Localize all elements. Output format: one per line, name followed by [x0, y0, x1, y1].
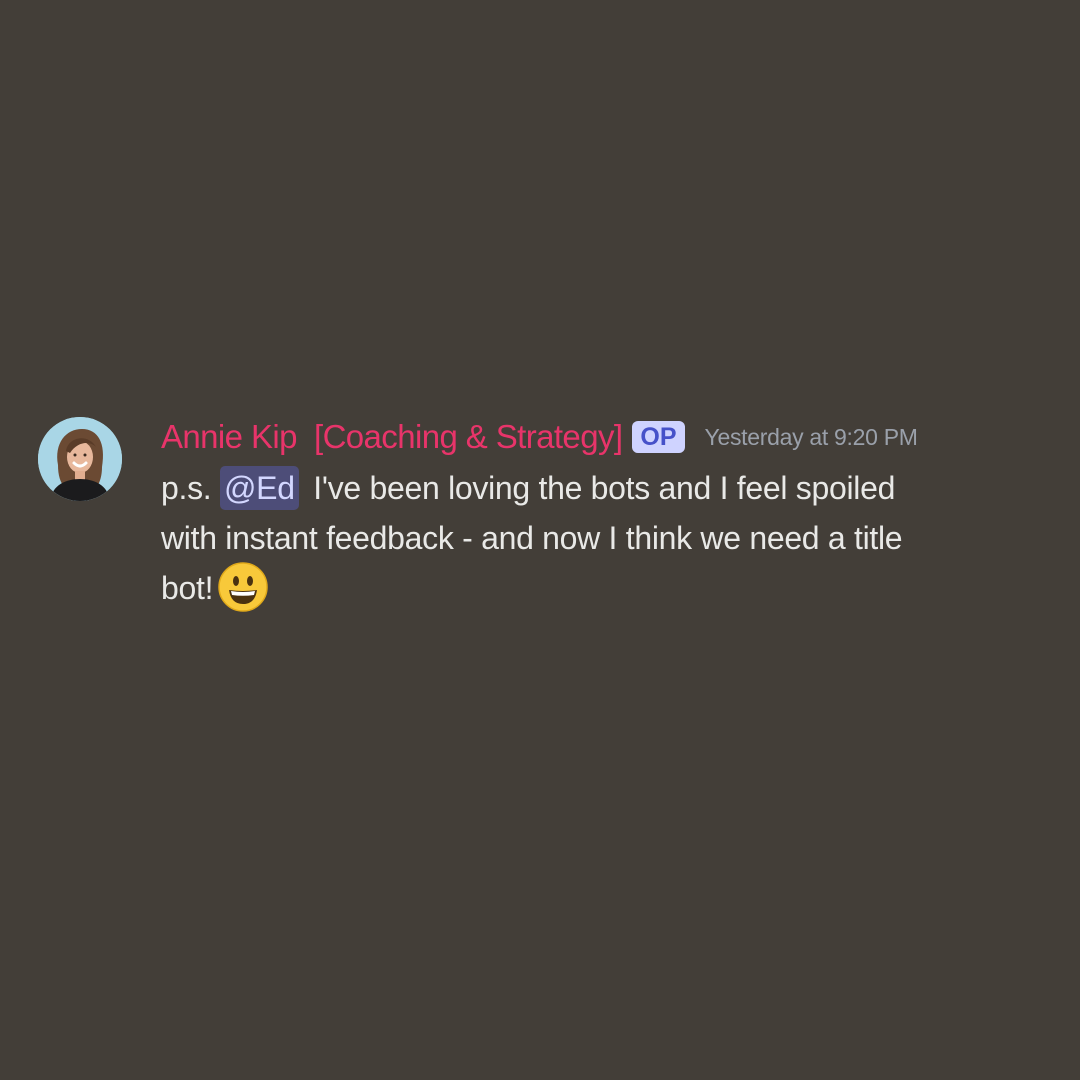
grinning-face-emoji-icon[interactable] [217, 561, 269, 613]
message-text-line3: bot! [161, 570, 214, 606]
message-content: Annie Kip [Coaching & Strategy] OP Yeste… [161, 417, 1021, 613]
avatar[interactable] [38, 417, 122, 501]
op-badge: OP [632, 421, 685, 453]
message-text-line1: I've been loving the bots and I feel spo… [304, 470, 896, 506]
avatar-photo-icon [38, 417, 122, 501]
message-line-3: bot! [161, 561, 1021, 613]
author-name[interactable]: Annie Kip [Coaching & Strategy] [161, 418, 623, 456]
message-line-2: with instant feedback - and now I think … [161, 520, 903, 556]
user-mention[interactable]: @Ed [219, 466, 299, 510]
message-text-prefix: p.s. [161, 470, 220, 506]
message-body: p.s. @Ed I've been loving the bots and I… [161, 463, 1021, 613]
message-line-1: p.s. @Ed I've been loving the bots and I… [161, 463, 1021, 513]
timestamp[interactable]: Yesterday at 9:20 PM [705, 424, 918, 451]
message-header: Annie Kip [Coaching & Strategy] OP Yeste… [161, 417, 1021, 457]
chat-canvas: Annie Kip [Coaching & Strategy] OP Yeste… [0, 0, 1080, 1080]
